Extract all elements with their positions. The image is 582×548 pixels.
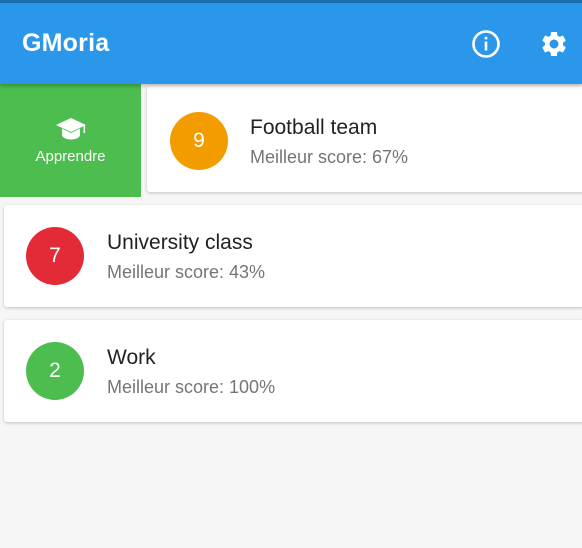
group-best-score: Meilleur score: 100% bbox=[107, 377, 276, 397]
member-count-avatar: 2 bbox=[26, 342, 84, 400]
group-name: University class bbox=[107, 231, 253, 254]
graduation-cap-icon bbox=[55, 118, 86, 140]
info-button[interactable] bbox=[470, 28, 502, 60]
app-root: GMoria Apprendre 9 Football team Meilleu… bbox=[0, 0, 582, 548]
app-title: GMoria bbox=[22, 29, 110, 57]
group-name: Football team bbox=[250, 116, 378, 139]
learn-label: Apprendre bbox=[35, 148, 106, 165]
member-count-avatar: 9 bbox=[170, 112, 228, 170]
group-name: Work bbox=[107, 346, 156, 369]
group-card-work[interactable]: 2 Work Meilleur score: 100% bbox=[4, 320, 582, 422]
member-count-avatar: 7 bbox=[26, 227, 84, 285]
settings-button[interactable] bbox=[538, 28, 570, 60]
group-best-score: Meilleur score: 43% bbox=[107, 262, 266, 282]
learn-swipe-action[interactable]: Apprendre bbox=[0, 84, 141, 197]
gear-icon bbox=[542, 31, 566, 56]
group-card-university-class[interactable]: 7 University class Meilleur score: 43% bbox=[4, 205, 582, 307]
app-bar: GMoria bbox=[0, 0, 582, 84]
group-card-football-team[interactable]: 9 Football team Meilleur score: 67% bbox=[147, 86, 582, 192]
info-circle-icon bbox=[472, 30, 500, 58]
group-best-score: Meilleur score: 67% bbox=[250, 147, 409, 167]
